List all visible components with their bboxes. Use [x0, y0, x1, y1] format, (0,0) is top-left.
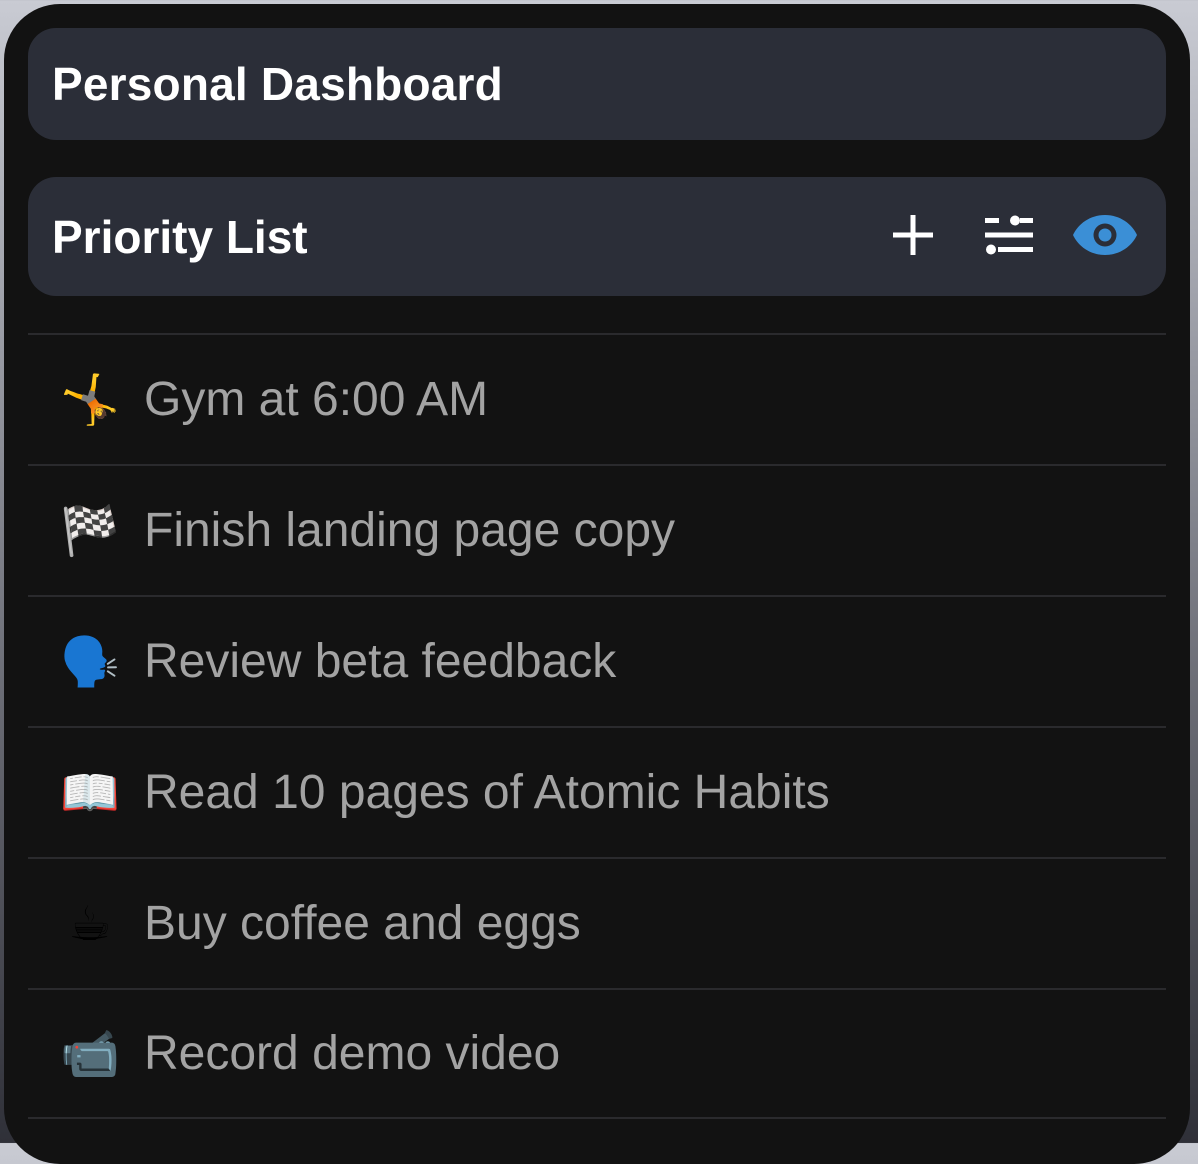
- filter-button[interactable]: [973, 199, 1045, 271]
- list-item-text: Buy coffee and eggs: [144, 897, 581, 950]
- list-item-text: Gym at 6:00 AM: [144, 373, 489, 426]
- dashboard-header: Personal Dashboard: [28, 28, 1166, 140]
- list-item[interactable]: ☕ Buy coffee and eggs: [28, 857, 1166, 988]
- dashboard-title: Personal Dashboard: [52, 58, 503, 110]
- list-item[interactable]: 📖 Read 10 pages of Atomic Habits: [28, 726, 1166, 857]
- add-icon: [893, 215, 933, 255]
- list-item-text: Review beta feedback: [144, 635, 617, 688]
- open-book-icon: 📖: [60, 764, 120, 821]
- hot-beverage-icon: ☕: [68, 895, 112, 952]
- speaking-head-icon: 🗣️: [60, 633, 120, 690]
- list-item[interactable]: 🤸 Gym at 6:00 AM: [28, 333, 1166, 464]
- view-button[interactable]: [1069, 199, 1141, 271]
- priority-list: 🤸 Gym at 6:00 AM 🏁 Finish landing page c…: [28, 333, 1166, 1119]
- list-item[interactable]: 🗣️ Review beta feedback: [28, 595, 1166, 726]
- list-item-text: Read 10 pages of Atomic Habits: [144, 766, 830, 819]
- priority-list-title: Priority List: [52, 210, 308, 263]
- list-item-text: Record demo video: [144, 1027, 561, 1080]
- checkered-flag-icon: 🏁: [60, 502, 120, 559]
- add-button[interactable]: [877, 199, 949, 271]
- cartwheel-icon: 🤸: [60, 371, 120, 428]
- list-item[interactable]: 📹 Record demo video: [28, 988, 1166, 1119]
- eye-icon: [1073, 215, 1137, 255]
- list-item[interactable]: 🏁 Finish landing page copy: [28, 464, 1166, 595]
- dashboard-widget: Personal Dashboard Priority List 🤸 Gym a…: [4, 4, 1190, 1164]
- video-camera-icon: 📹: [60, 1025, 120, 1082]
- list-item-text: Finish landing page copy: [144, 504, 676, 557]
- priority-list-header: Priority List: [28, 177, 1166, 296]
- sliders-icon: [985, 215, 1033, 255]
